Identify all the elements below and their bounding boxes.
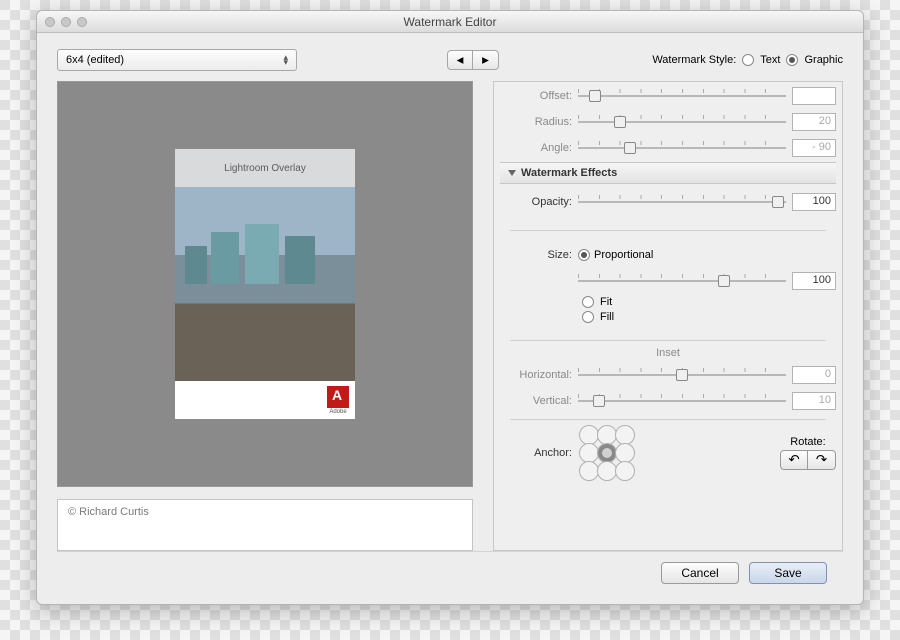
angle-label: Angle: — [500, 142, 572, 154]
horizontal-slider[interactable] — [578, 368, 786, 382]
window-title: Watermark Editor — [37, 15, 863, 29]
next-button[interactable]: ▸ — [473, 50, 499, 70]
cancel-button[interactable]: Cancel — [661, 562, 739, 584]
size-proportional-radio[interactable] — [578, 249, 590, 261]
disclosure-icon — [508, 170, 516, 176]
offset-value[interactable] — [792, 87, 836, 105]
watermark-style-group: Watermark Style: Text Graphic — [652, 54, 843, 66]
effects-header-label: Watermark Effects — [521, 167, 617, 179]
horizontal-label: Horizontal: — [500, 369, 572, 381]
preview-side: Lightroom Overlay Adobe © Richa — [57, 81, 473, 551]
radius-value[interactable]: 20 — [792, 113, 836, 131]
save-button[interactable]: Save — [749, 562, 827, 584]
inset-label: Inset — [500, 347, 836, 359]
opacity-value[interactable]: 100 — [792, 193, 836, 211]
offset-label: Offset: — [500, 90, 572, 102]
panel-body: Offset: Radius: 20 Angle: - 90 — [494, 82, 842, 550]
size-proportional-label: Proportional — [594, 249, 653, 261]
size-fill-label: Fill — [600, 311, 614, 323]
dropdown-arrows-icon: ▴▾ — [283, 55, 288, 65]
vertical-label: Vertical: — [500, 395, 572, 407]
style-text-label: Text — [760, 54, 780, 66]
overlay-text: Lightroom Overlay — [175, 149, 355, 187]
size-fit-radio[interactable] — [582, 296, 594, 308]
preview-box: Lightroom Overlay Adobe — [57, 81, 473, 487]
opacity-slider[interactable] — [578, 195, 786, 209]
vertical-row: Vertical: 10 — [500, 389, 836, 413]
offset-slider[interactable] — [578, 89, 786, 103]
radius-row: Radius: 20 — [500, 110, 836, 134]
prev-button[interactable]: ◂ — [447, 50, 473, 70]
style-label: Watermark Style: — [652, 54, 736, 66]
size-fill-radio[interactable] — [582, 311, 594, 323]
settings-panel: Offset: Radius: 20 Angle: - 90 — [493, 81, 843, 551]
watermark-editor-window: Watermark Editor 6x4 (edited) ▴▾ ◂ ▸ Wat… — [36, 10, 864, 605]
size-slider[interactable] — [578, 274, 786, 288]
vertical-value[interactable]: 10 — [792, 392, 836, 410]
style-graphic-label: Graphic — [804, 54, 843, 66]
photo-image — [175, 187, 355, 381]
copyright-field[interactable]: © Richard Curtis — [57, 499, 473, 551]
logo-caption: Adobe — [329, 409, 346, 415]
rotate-group: Rotate: ↶ ↷ — [780, 436, 836, 470]
size-fit-label: Fit — [600, 296, 612, 308]
size-group: Size: Proportional 100 Fit — [500, 237, 836, 334]
style-text-radio[interactable] — [742, 54, 754, 66]
preset-selected-label: 6x4 (edited) — [66, 54, 124, 66]
horizontal-row: Horizontal: 0 — [500, 363, 836, 387]
size-value[interactable]: 100 — [792, 272, 836, 290]
vertical-slider[interactable] — [578, 394, 786, 408]
size-fill-row: Fill — [582, 311, 836, 323]
rotate-left-button[interactable]: ↶ — [780, 450, 808, 470]
adobe-logo-icon — [327, 386, 349, 408]
radius-label: Radius: — [500, 116, 572, 128]
preset-select[interactable]: 6x4 (edited) ▴▾ — [57, 49, 297, 71]
top-row: 6x4 (edited) ▴▾ ◂ ▸ Watermark Style: Tex… — [57, 49, 843, 71]
angle-value[interactable]: - 90 — [792, 139, 836, 157]
footer: Cancel Save — [57, 551, 843, 594]
size-label: Size: — [500, 249, 572, 261]
horizontal-value[interactable]: 0 — [792, 366, 836, 384]
anchor-row: Anchor: Rotate: ↶ ↷ — [500, 426, 836, 480]
angle-row: Angle: - 90 — [500, 136, 836, 160]
style-graphic-radio[interactable] — [786, 54, 798, 66]
opacity-label: Opacity: — [500, 196, 572, 208]
offset-row: Offset: — [500, 84, 836, 108]
anchor-grid[interactable] — [580, 426, 634, 480]
size-fit-row: Fit — [582, 296, 836, 308]
opacity-group: Opacity: 100 — [500, 184, 836, 224]
radius-slider[interactable] — [578, 115, 786, 129]
preview-nav: ◂ ▸ — [447, 50, 499, 70]
content-area: 6x4 (edited) ▴▾ ◂ ▸ Watermark Style: Tex… — [37, 33, 863, 604]
effects-header[interactable]: Watermark Effects — [500, 162, 836, 184]
photo-footer: Adobe — [175, 381, 355, 419]
rotate-label: Rotate: — [780, 436, 836, 448]
preview-photo: Lightroom Overlay Adobe — [175, 149, 355, 419]
rotate-right-button[interactable]: ↷ — [808, 450, 836, 470]
copyright-text: © Richard Curtis — [68, 506, 149, 518]
main-area: Lightroom Overlay Adobe © Richa — [57, 81, 843, 551]
anchor-center[interactable] — [597, 443, 617, 463]
titlebar: Watermark Editor — [37, 11, 863, 33]
angle-slider[interactable] — [578, 141, 786, 155]
anchor-label: Anchor: — [500, 447, 572, 459]
